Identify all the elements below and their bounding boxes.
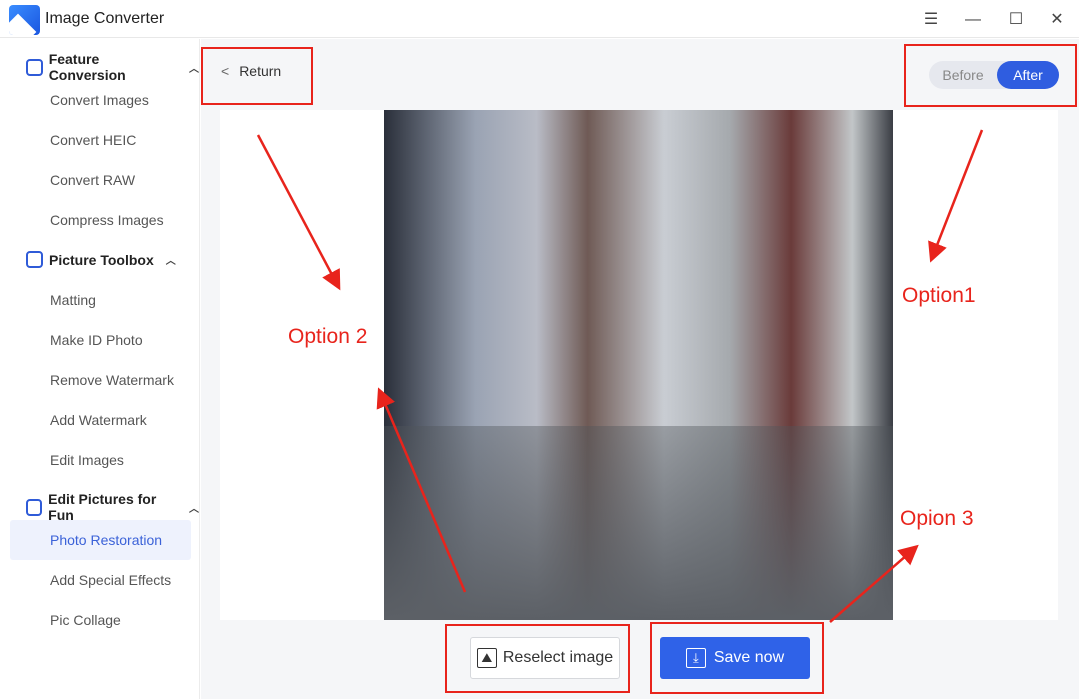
arrow-option2-reselect <box>376 387 467 593</box>
arrow-option1 <box>928 129 984 263</box>
arrow-option3 <box>829 544 919 623</box>
arrow-option2-return <box>256 134 341 291</box>
annotation-arrows <box>256 129 984 623</box>
